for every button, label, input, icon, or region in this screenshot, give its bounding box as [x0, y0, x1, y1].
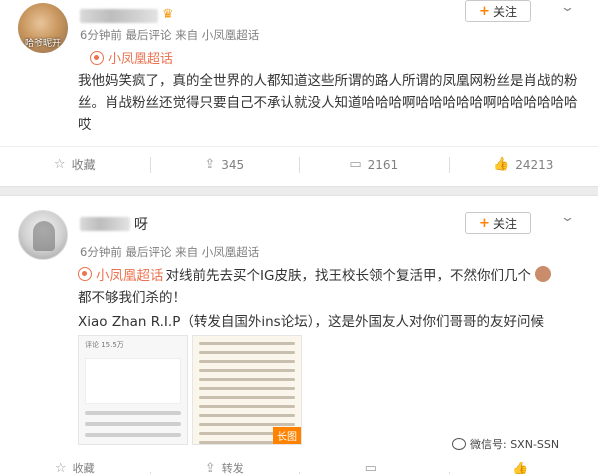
post-body-line: Xiao Zhan R.I.P（转发自国外ins论坛），这是外国友人对你们哥哥的…: [78, 314, 544, 330]
comment-button[interactable]: ▭: [299, 462, 449, 474]
avatar-figure: [33, 221, 55, 251]
supertopic-icon: [78, 267, 92, 281]
thumbnail-line: [199, 405, 295, 408]
comment-count: 2161: [367, 157, 399, 172]
star-icon: ☆: [53, 157, 66, 172]
comment-icon: ▭: [349, 157, 362, 172]
share-icon: ⇪: [204, 462, 216, 474]
like-button[interactable]: 👍: [448, 462, 598, 474]
thumbnail-header: 评论 15.5万: [85, 341, 124, 349]
share-icon: ⇪: [204, 157, 216, 172]
action-bar: ☆ 收藏 ⇪ 345 ▭ 2161 👍 24213: [0, 146, 598, 182]
like-icon: 👍: [493, 157, 510, 172]
thumbnail-line: [85, 422, 181, 426]
chevron-down-icon[interactable]: ⌄: [560, 210, 575, 225]
post-body-text: 对线前先去买个IG皮肤，找王校长领个复活甲，不然你们几个: [165, 268, 531, 284]
repost-button[interactable]: ⇪ 345: [149, 147, 300, 182]
favorite-button[interactable]: ☆ 收藏: [0, 462, 150, 474]
repost-label: 转发: [221, 462, 244, 474]
thumbnail-line: [85, 433, 181, 437]
post-body-line: 都不够我们杀的！: [78, 290, 186, 306]
repost-count: 345: [221, 157, 245, 172]
vip-crown-icon: ♛: [162, 7, 174, 22]
comment-button[interactable]: ▭ 2161: [299, 147, 449, 182]
post-body: 我他妈笑疯了，真的全世界的人都知道这些所谓的路人所谓的凤凰网粉丝是肖战的粉丝。肖…: [78, 73, 578, 133]
username-suffix[interactable]: 呀: [134, 214, 148, 234]
follow-label: 关注: [492, 4, 517, 19]
topic-label: 小凤凰超话: [96, 268, 164, 284]
watermark-text: 微信号: SXN-SSN: [470, 438, 560, 451]
favorite-button[interactable]: ☆ 收藏: [0, 147, 150, 182]
long-image-badge: 长图: [273, 427, 301, 444]
chevron-down-icon[interactable]: ⌄: [560, 0, 575, 15]
comment-icon: ▭: [364, 462, 377, 474]
thumbnail-line: [199, 369, 295, 372]
avatar[interactable]: [18, 210, 68, 260]
thumbnail-card: [85, 358, 181, 404]
thumbnail-line: [199, 342, 295, 345]
topic-label: 小凤凰超话: [108, 52, 174, 67]
action-bar: ☆ 收藏 ⇪ 转发 ▭ 👍: [0, 462, 598, 474]
topic-link[interactable]: 小凤凰超话: [90, 48, 173, 67]
avatar[interactable]: 哈爷昵开: [18, 3, 68, 53]
thumbnail-line: [199, 360, 295, 363]
post-meta: 6分钟前 最后评论 来自 小凤凰超话: [80, 245, 260, 259]
thumbnail-line: [199, 387, 295, 390]
follow-button[interactable]: + 关注: [465, 212, 531, 234]
image-thumbnail[interactable]: 评论 15.5万: [78, 335, 188, 445]
plus-icon: +: [479, 215, 490, 231]
like-button[interactable]: 👍 24213: [448, 147, 598, 182]
image-thumbnail[interactable]: 长图: [192, 335, 302, 445]
thumbnail-line: [199, 351, 295, 354]
favorite-label: 收藏: [72, 462, 95, 474]
follow-label: 关注: [492, 216, 517, 231]
thumbnail-line: [199, 423, 295, 426]
avatar-caption: 哈爷昵开: [24, 39, 61, 49]
follow-button[interactable]: + 关注: [465, 0, 531, 22]
topic-link[interactable]: 小凤凰超话: [78, 264, 164, 284]
repost-button[interactable]: ⇪ 转发: [149, 462, 300, 474]
like-count: 24213: [515, 157, 554, 172]
username-redacted[interactable]: [80, 217, 130, 231]
star-icon: ☆: [54, 462, 67, 474]
supertopic-icon: [90, 50, 104, 65]
post-body-line: 小凤凰超话 对线前先去买个IG皮肤，找王校长领个复活甲，不然你们几个: [78, 264, 551, 284]
divider: [0, 186, 598, 196]
emoji-avatar-icon: [534, 266, 551, 282]
plus-icon: +: [479, 3, 490, 19]
username-redacted[interactable]: [80, 9, 158, 23]
favorite-label: 收藏: [71, 158, 96, 172]
thumbnail-line: [199, 396, 295, 399]
wechat-icon: [452, 438, 466, 450]
like-icon: 👍: [512, 462, 529, 474]
thumbnail-line: [199, 414, 295, 417]
thumbnail-line: [85, 411, 181, 415]
watermark: 微信号: SXN-SSN: [452, 436, 559, 452]
thumbnail-line: [199, 378, 295, 381]
post-meta: 6分钟前 最后评论 来自 小凤凰超话: [80, 28, 260, 42]
